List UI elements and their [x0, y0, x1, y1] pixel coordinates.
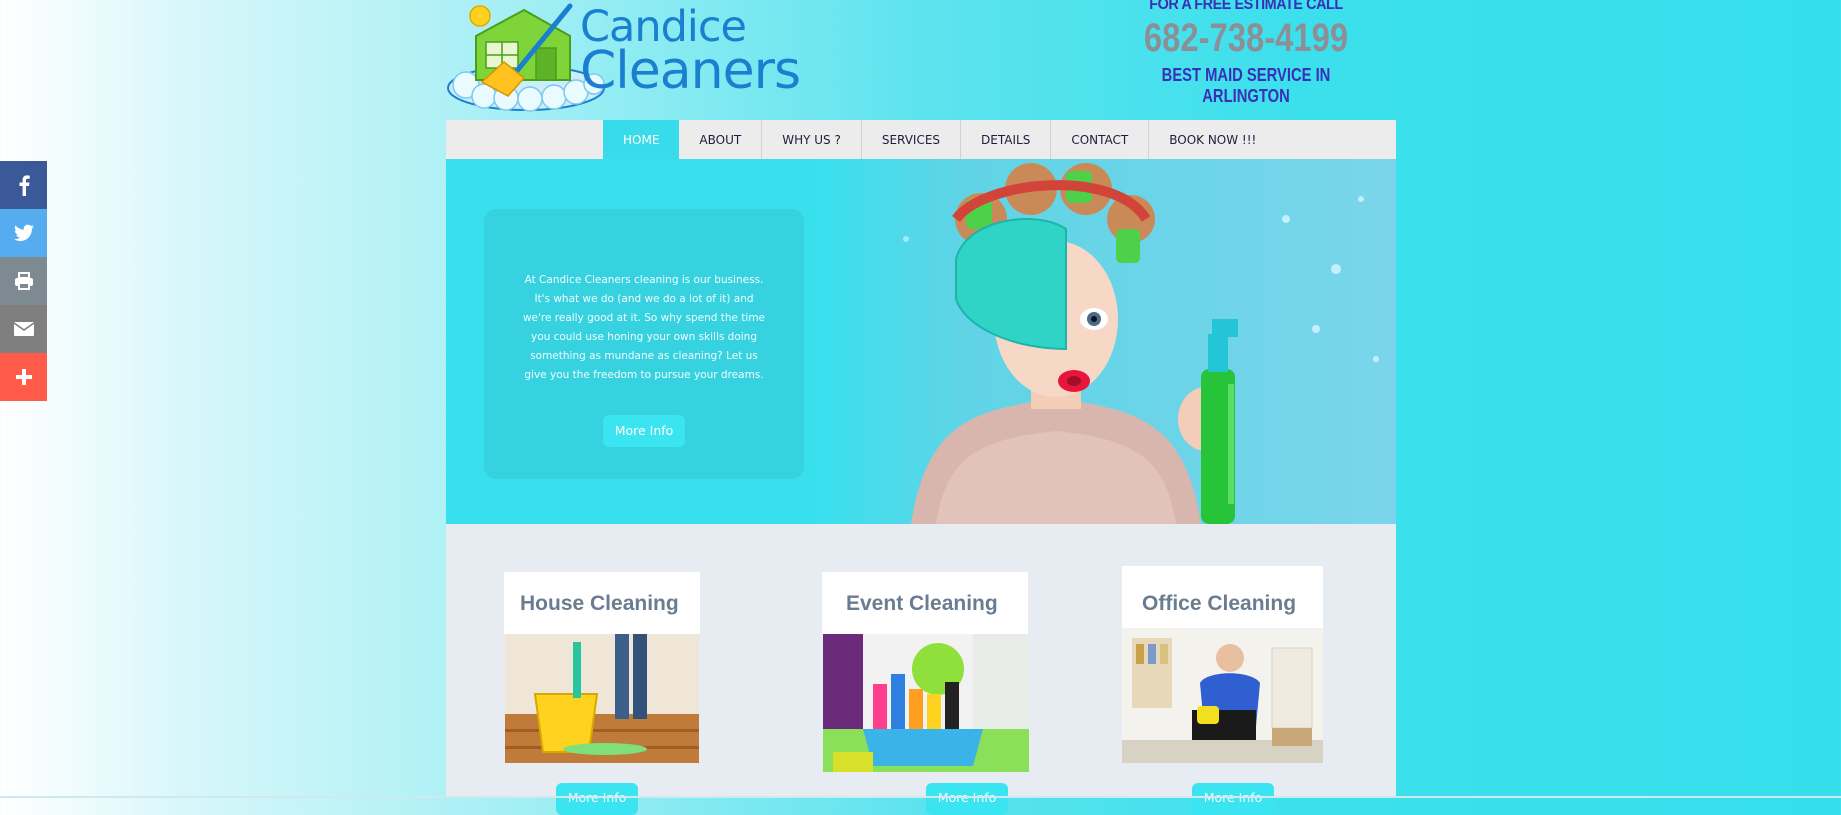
hero-woman-cleaning-image	[816, 159, 1396, 524]
house-cleaning-image	[505, 634, 699, 763]
estimate-label: FOR A FREE ESTIMATE CALL	[1149, 0, 1343, 13]
logo[interactable]: Candice Cleaners	[446, 0, 801, 112]
hero-banner: At Candice Cleaners cleaning is our busi…	[446, 159, 1396, 524]
service-title-event: Event Cleaning	[846, 592, 998, 615]
event-cleaning-image	[823, 634, 1029, 772]
office-cleaning-image	[1122, 628, 1323, 763]
services-section: House Cleaning More Info Event Cleaning	[446, 524, 1396, 815]
hero-description: At Candice Cleaners cleaning is our busi…	[522, 274, 766, 381]
share-email-button[interactable]	[0, 305, 47, 353]
email-icon	[13, 322, 34, 336]
nav-items: HOME ABOUT WHY US ? SERVICES DETAILS CON…	[603, 120, 1276, 159]
main-nav: HOME ABOUT WHY US ? SERVICES DETAILS CON…	[446, 120, 1396, 159]
tagline: BEST MAID SERVICE IN ARLINGTON	[1161, 65, 1331, 106]
print-button[interactable]	[0, 257, 47, 305]
print-icon	[14, 272, 33, 290]
nav-item-home[interactable]: HOME	[603, 120, 680, 159]
logo-text: Candice Cleaners	[580, 6, 801, 101]
nav-item-book-now[interactable]: BOOK NOW !!!	[1149, 120, 1276, 159]
page: Candice Cleaners FOR A FREE ESTIMATE CAL…	[446, 0, 1396, 815]
share-twitter-button[interactable]	[0, 209, 47, 257]
social-share-bar	[0, 161, 47, 401]
service-card-title: Event Cleaning	[822, 572, 1028, 634]
twitter-icon	[13, 224, 34, 241]
plus-icon	[15, 369, 32, 385]
service-title-house: House Cleaning	[520, 592, 679, 615]
nav-item-services[interactable]: SERVICES	[862, 120, 962, 159]
event-more-info-button[interactable]: More Info	[926, 783, 1008, 815]
phone-number[interactable]: 682-738-4199	[1123, 16, 1369, 61]
share-more-button[interactable]	[0, 353, 47, 401]
header-contact: FOR A FREE ESTIMATE CALL 682-738-4199 BE…	[1096, 0, 1396, 107]
hero-more-info-button[interactable]: More Info	[603, 415, 685, 447]
nav-item-contact[interactable]: CONTACT	[1051, 120, 1150, 159]
service-card-title: Office Cleaning	[1122, 566, 1323, 628]
logo-line2: Cleaners	[580, 41, 801, 101]
facebook-icon	[19, 175, 30, 196]
service-card-title: House Cleaning	[504, 572, 700, 634]
nav-item-about[interactable]: ABOUT	[679, 120, 763, 159]
nav-item-details[interactable]: DETAILS	[961, 120, 1052, 159]
office-more-info-button[interactable]: More Info	[1192, 783, 1274, 815]
share-facebook-button[interactable]	[0, 161, 47, 209]
service-title-office: Office Cleaning	[1142, 592, 1297, 615]
hero-info-box: At Candice Cleaners cleaning is our busi…	[484, 209, 804, 479]
nav-item-why-us[interactable]: WHY US ?	[762, 120, 862, 159]
house-more-info-button[interactable]: More Info	[556, 783, 638, 815]
